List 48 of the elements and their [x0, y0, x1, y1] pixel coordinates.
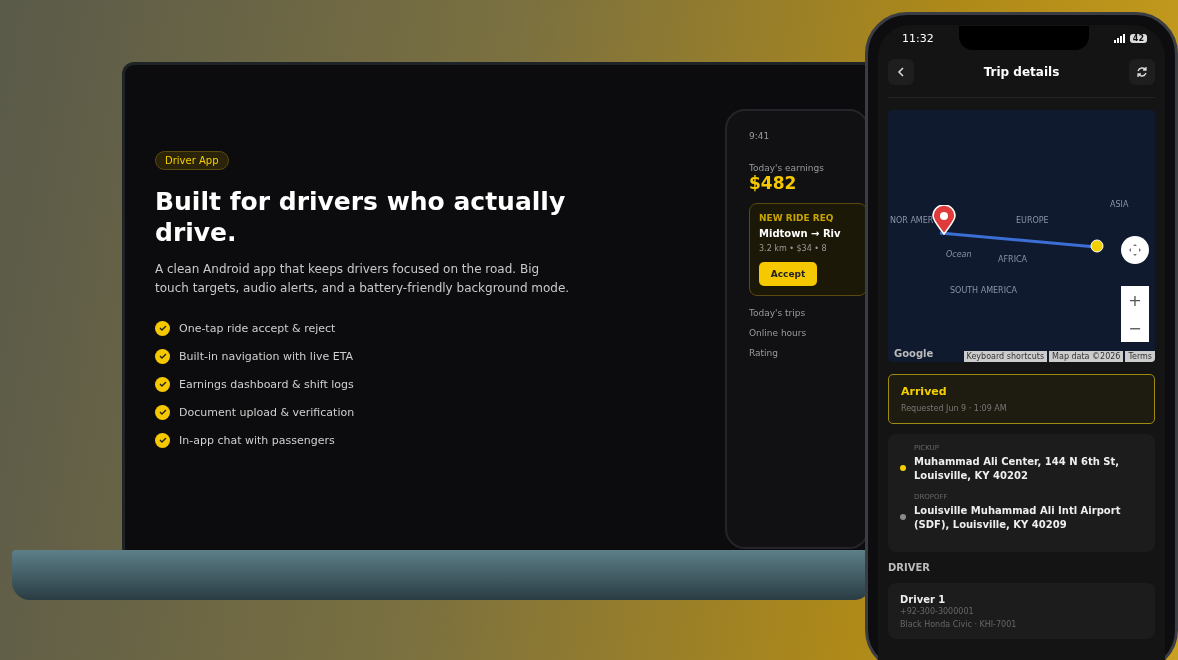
feature-text: One-tap ride accept & reject	[179, 321, 336, 335]
screen-title: Trip details	[983, 65, 1060, 79]
requested-time: Requested Jun 9 · 1:09 AM	[901, 404, 1008, 413]
map-label: NOR AMER	[890, 216, 934, 225]
map-pin-icon	[932, 205, 956, 235]
stop-address: Louisville Muhammad Ali Intl Airport (SDF), Louisville, KY 40209	[914, 504, 1122, 532]
refresh-icon	[1136, 66, 1148, 78]
trip-status: Arrived	[901, 385, 948, 398]
request-title: NEW RIDE REQ	[759, 213, 835, 223]
map-label: EUROPE	[1016, 216, 1049, 225]
feature-text: Document upload & verification	[179, 405, 355, 419]
stat-label: Online hours	[749, 328, 808, 338]
driver-vehicle: Black Honda Civic · KHI-7001	[900, 620, 1018, 629]
ride-details: 3.2 km • $34 • 8	[759, 244, 828, 253]
section-heading: DRIVER	[888, 562, 931, 573]
route-text: Midtown → Riv	[759, 228, 842, 239]
earnings-label: Today's earnings	[749, 163, 825, 173]
headline: Built for drivers who actually drive.	[155, 186, 567, 248]
map-label: AFRICA	[998, 255, 1028, 264]
feature-text: Built-in navigation with live ETA	[179, 349, 354, 363]
recenter-button[interactable]	[1121, 236, 1149, 264]
stat-label: Today's trips	[749, 308, 807, 318]
stop-address: Muhammad Ali Center, 144 N 6th St, Louisville, KY 40202	[914, 455, 1121, 483]
driver-phone: +92-300-3000001	[900, 607, 975, 616]
app-badge: Driver App	[155, 151, 229, 170]
map-label: ASIA	[1110, 200, 1129, 209]
map-label: Ocean	[946, 250, 972, 259]
description: A clean Android app that keeps drivers focused on the road. Big touch targets, audio alerts, and a battery-friendly background mode.	[155, 261, 571, 297]
signal-icon	[1113, 33, 1126, 43]
status-time: 9:41	[749, 131, 771, 141]
back-button[interactable]	[888, 59, 914, 85]
map-attribution-link[interactable]: Map data ©2026	[1049, 351, 1124, 362]
map-attribution-link[interactable]: Terms	[1125, 351, 1155, 362]
accept-button[interactable]: Accept	[759, 262, 817, 286]
map-logo: Google	[894, 348, 934, 359]
arrows-icon	[1128, 243, 1142, 257]
battery-level: 42	[1129, 33, 1147, 43]
feature-text: Earnings dashboard & shift logs	[179, 377, 354, 391]
map-attribution-link[interactable]: Keyboard shortcuts	[963, 351, 1048, 362]
chevron-left-icon	[897, 67, 905, 77]
earnings-amount: $482	[749, 173, 798, 193]
feature-text: In-app chat with passengers	[179, 433, 335, 447]
refresh-button[interactable]	[1129, 59, 1155, 85]
stat-label: Rating	[749, 348, 780, 358]
location-dot	[1090, 239, 1104, 253]
map-label: SOUTH AMERICA	[950, 286, 1018, 295]
status-time: 11:32	[902, 31, 934, 45]
driver-name: Driver 1	[900, 593, 947, 607]
